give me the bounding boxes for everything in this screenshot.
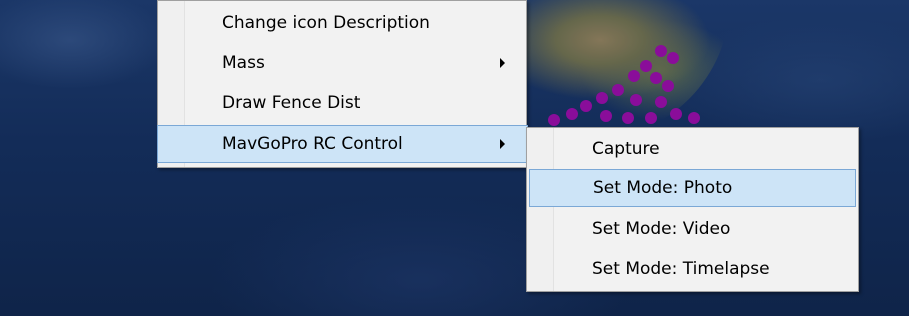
submenu-mavgopro-rc-control: Capture Set Mode: Photo Set Mode: Video … (526, 127, 859, 292)
menu-item-label: Set Mode: Video (592, 219, 731, 239)
map-marker[interactable] (630, 94, 642, 106)
map-marker[interactable] (628, 70, 640, 82)
map-marker[interactable] (580, 100, 592, 112)
menu-item-label: Capture (592, 139, 660, 159)
submenu-item-capture[interactable]: Capture (527, 130, 858, 168)
map-marker[interactable] (670, 108, 682, 120)
map-marker[interactable] (548, 114, 560, 126)
menu-item-mass[interactable]: Mass (158, 44, 526, 82)
submenu-item-set-mode-video[interactable]: Set Mode: Video (527, 210, 858, 248)
menu-item-label: Set Mode: Photo (593, 178, 733, 198)
menu-item-label: Change icon Description (222, 13, 430, 33)
map-marker[interactable] (662, 80, 674, 92)
context-menu: Change icon Description Mass Draw Fence … (157, 0, 528, 168)
menu-item-label: Mass (222, 53, 265, 73)
map-marker[interactable] (650, 72, 662, 84)
map-marker[interactable] (622, 112, 634, 124)
map-marker[interactable] (645, 112, 657, 124)
map-marker[interactable] (655, 45, 667, 57)
menu-item-draw-fence-dist[interactable]: Draw Fence Dist (158, 84, 526, 122)
menu-item-label: Draw Fence Dist (222, 93, 361, 113)
map-marker[interactable] (566, 108, 578, 120)
map-marker[interactable] (640, 60, 652, 72)
map-marker[interactable] (612, 84, 624, 96)
submenu-arrow-icon (500, 58, 505, 68)
map-marker[interactable] (600, 110, 612, 122)
menu-item-change-icon-description[interactable]: Change icon Description (158, 4, 526, 42)
map-marker[interactable] (596, 92, 608, 104)
menu-item-label: MavGoPro RC Control (222, 134, 403, 154)
menu-item-label: Set Mode: Timelapse (592, 259, 770, 279)
menu-item-mavgopro-rc-control[interactable]: MavGoPro RC Control (157, 125, 528, 163)
submenu-item-set-mode-photo[interactable]: Set Mode: Photo (529, 169, 856, 207)
map-marker[interactable] (655, 96, 667, 108)
submenu-arrow-icon (500, 139, 505, 149)
submenu-item-set-mode-timelapse[interactable]: Set Mode: Timelapse (527, 250, 858, 288)
map-marker[interactable] (688, 112, 700, 124)
map-marker[interactable] (667, 52, 679, 64)
